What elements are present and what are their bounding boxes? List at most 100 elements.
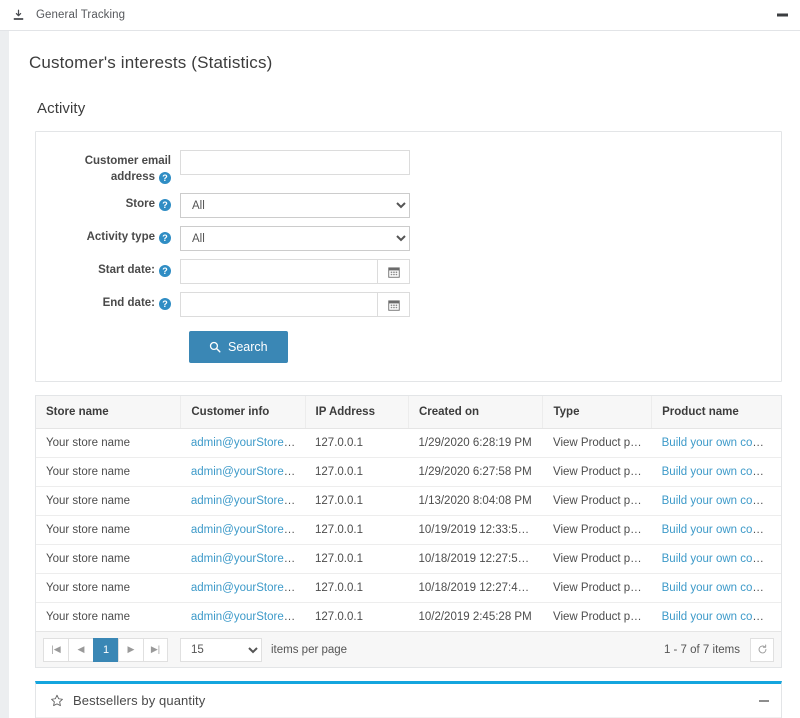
pager-refresh-button[interactable] <box>750 637 774 662</box>
cell-product-name: Build your own computer <box>651 573 781 604</box>
customer-email-link[interactable]: admin@yourStore.com <box>191 553 305 565</box>
cell-type: View Product page <box>542 573 652 604</box>
product-link[interactable]: Build your own computer <box>662 495 781 507</box>
customer-email-link[interactable]: admin@yourStore.com <box>191 611 305 623</box>
start-date-calendar-button[interactable] <box>377 259 410 285</box>
column-header-customer-info[interactable]: Customer info <box>180 396 306 430</box>
customer-email-link[interactable]: admin@yourStore.com <box>191 524 305 536</box>
pager-buttons: |◀ ◀ 1 ▶ ▶| <box>43 637 168 662</box>
star-icon <box>50 694 64 708</box>
field-row-start-date: Start date:? <box>50 259 767 285</box>
cell-type: View Product page <box>542 486 652 517</box>
column-header-product-name[interactable]: Product name <box>651 396 781 430</box>
cell-store-name: Your store name <box>36 428 181 459</box>
label-start-date: Start date:? <box>50 259 180 279</box>
pager-last-button[interactable]: ▶| <box>143 637 168 662</box>
product-link[interactable]: Build your own computer <box>662 553 781 565</box>
customer-email-input[interactable] <box>180 150 410 175</box>
cell-ip-address: 127.0.0.1 <box>305 544 409 575</box>
bestsellers-panel-header: Bestsellers by quantity <box>36 684 781 718</box>
search-button-row: Search <box>50 331 767 364</box>
cell-created-on: 1/29/2020 6:28:19 PM <box>408 428 543 459</box>
activity-table-body: Your store name admin@yourStore.com 127.… <box>36 428 781 632</box>
end-date-input[interactable] <box>180 292 377 318</box>
help-icon-store[interactable]: ? <box>159 199 171 212</box>
cell-product-name: Build your own computer <box>651 457 781 488</box>
cell-created-on: 10/19/2019 12:33:59 PM <box>408 515 543 546</box>
page-title: Customer's interests (Statistics) <box>29 53 273 72</box>
pager-first-button[interactable]: |◀ <box>43 637 68 662</box>
cell-store-name: Your store name <box>36 486 181 517</box>
table-header-row: Store name Customer info IP Address Crea… <box>36 396 781 430</box>
product-link[interactable]: Build your own computer <box>662 466 781 478</box>
help-icon-end-date[interactable]: ? <box>159 298 171 311</box>
content-area: Customer email address? Store? All Activ… <box>9 117 782 718</box>
label-text: Start date: <box>98 264 155 277</box>
table-row: Your store name admin@yourStore.com 127.… <box>36 457 781 488</box>
cell-created-on: 10/18/2019 12:27:41 PM <box>408 573 543 604</box>
window-titlebar: General Tracking <box>0 0 800 31</box>
customer-email-link[interactable]: admin@yourStore.com <box>191 495 305 507</box>
search-form: Customer email address? Store? All Activ… <box>36 132 781 381</box>
calendar-icon <box>387 299 400 311</box>
cell-store-name: Your store name <box>36 457 181 488</box>
column-header-store-name[interactable]: Store name <box>36 396 182 430</box>
table-row: Your store name admin@yourStore.com 127.… <box>36 544 781 575</box>
cell-type: View Product page <box>542 428 652 459</box>
column-header-ip-address[interactable]: IP Address <box>305 396 409 430</box>
page-container: Customer's interests (Statistics) Activi… <box>9 31 800 718</box>
cell-type: View Product page <box>542 602 652 632</box>
cell-ip-address: 127.0.0.1 <box>305 602 409 632</box>
help-icon-customer-email[interactable]: ? <box>159 171 171 184</box>
start-date-input[interactable] <box>180 259 377 285</box>
label-end-date: End date:? <box>50 292 180 312</box>
cell-product-name: Build your own computer <box>651 428 781 459</box>
cell-customer-info: admin@yourStore.com <box>180 602 306 632</box>
end-date-calendar-button[interactable] <box>377 292 410 318</box>
product-link[interactable]: Build your own computer <box>662 582 781 594</box>
cell-product-name: Build your own computer <box>651 602 781 632</box>
help-icon-start-date[interactable]: ? <box>159 265 171 278</box>
page-background: Customer's interests (Statistics) Activi… <box>0 31 800 718</box>
pager-next-button[interactable]: ▶ <box>118 637 143 662</box>
control-customer-email <box>180 150 410 175</box>
pager-page-1-button[interactable]: 1 <box>93 637 118 662</box>
search-button-label: Search <box>228 340 268 355</box>
product-link[interactable]: Build your own computer <box>662 524 781 536</box>
field-row-activity-type: Activity type? All <box>50 226 767 252</box>
window-minimize-button[interactable] <box>777 13 788 17</box>
column-header-created-on[interactable]: Created on <box>408 396 544 430</box>
help-icon-activity-type[interactable]: ? <box>159 232 171 245</box>
store-select[interactable]: All <box>180 193 410 219</box>
control-end-date <box>180 292 410 318</box>
table-row: Your store name admin@yourStore.com 127.… <box>36 486 781 517</box>
activity-grid-panel: Store name Customer info IP Address Crea… <box>35 395 782 669</box>
bestsellers-collapse-button[interactable] <box>759 699 769 702</box>
activity-pager: |◀ ◀ 1 ▶ ▶| 15 items per page 1 - 7 of 7… <box>36 631 781 668</box>
bestsellers-panel-title: Bestsellers by quantity <box>73 693 206 709</box>
cell-store-name: Your store name <box>36 573 181 604</box>
bestsellers-panel: Bestsellers by quantity Customer info To… <box>35 681 782 718</box>
product-link[interactable]: Build your own computer <box>662 611 781 623</box>
cell-store-name: Your store name <box>36 602 181 632</box>
pager-prev-button[interactable]: ◀ <box>68 637 93 662</box>
customer-email-link[interactable]: admin@yourStore.com <box>191 437 305 449</box>
page-size-select[interactable]: 15 <box>180 637 262 662</box>
cell-created-on: 10/2/2019 2:45:28 PM <box>408 602 543 632</box>
search-button[interactable]: Search <box>189 331 288 364</box>
cell-type: View Product page <box>542 457 652 488</box>
label-customer-email: Customer email address? <box>50 150 180 185</box>
product-link[interactable]: Build your own computer <box>662 437 781 449</box>
cell-store-name: Your store name <box>36 544 181 575</box>
activity-table: Store name Customer info IP Address Crea… <box>36 396 781 632</box>
cell-customer-info: admin@yourStore.com <box>180 573 306 604</box>
label-activity-type: Activity type? <box>50 226 180 246</box>
cell-created-on: 1/13/2020 8:04:08 PM <box>408 486 543 517</box>
cell-customer-info: admin@yourStore.com <box>180 428 306 459</box>
calendar-icon <box>387 266 400 278</box>
column-header-type[interactable]: Type <box>542 396 653 430</box>
customer-email-link[interactable]: admin@yourStore.com <box>191 582 305 594</box>
window-tab[interactable]: General Tracking <box>12 9 125 22</box>
activity-type-select[interactable]: All <box>180 226 410 252</box>
customer-email-link[interactable]: admin@yourStore.com <box>191 466 305 478</box>
